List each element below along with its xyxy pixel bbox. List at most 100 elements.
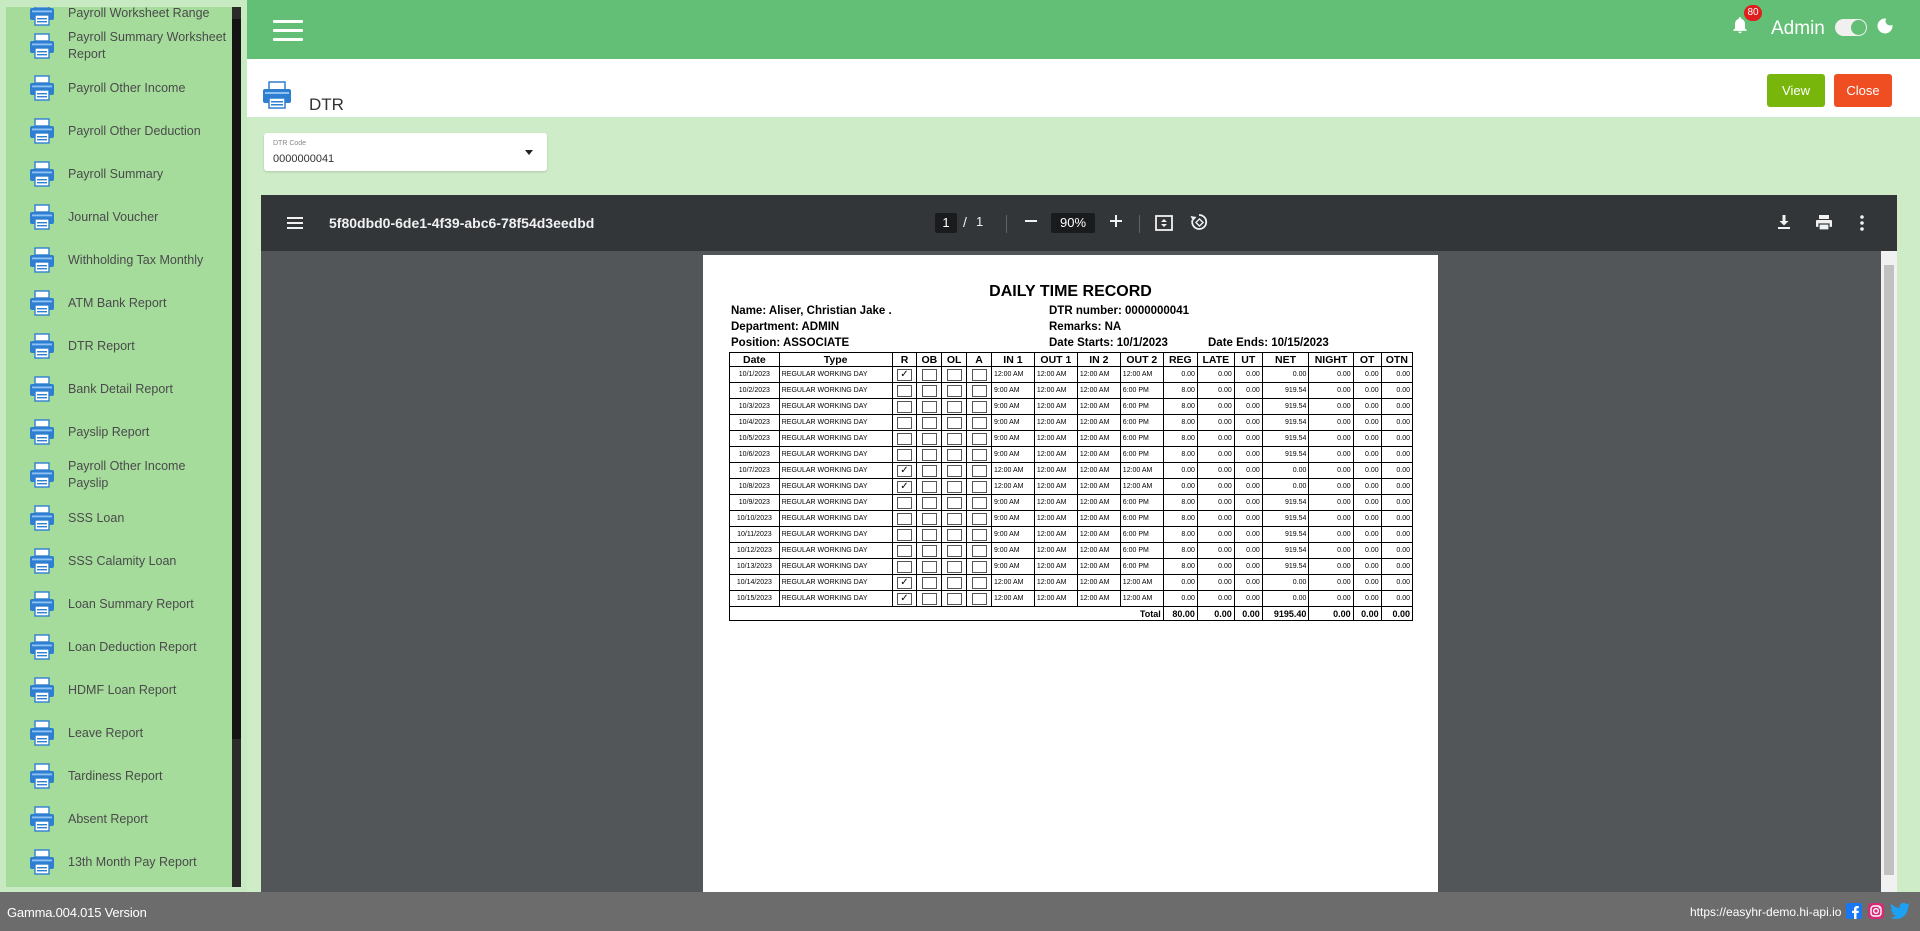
twitter-icon[interactable] bbox=[1890, 903, 1910, 919]
value-cell: 0.00 bbox=[1162, 478, 1198, 495]
notification-badge: 80 bbox=[1744, 5, 1762, 21]
sidebar-item[interactable]: Journal Voucher bbox=[28, 197, 228, 237]
zoom-in-icon[interactable] bbox=[1106, 211, 1126, 231]
sidebar-item[interactable]: Loan Summary Report bbox=[28, 584, 228, 624]
value-cell: 0.00 bbox=[1352, 366, 1382, 383]
caret-down-icon[interactable] bbox=[525, 150, 533, 155]
checkbox bbox=[921, 576, 937, 589]
sidebar-item[interactable]: Leave Report bbox=[28, 713, 228, 753]
footer-url[interactable]: https://easyhr-demo.hi-api.io bbox=[1690, 905, 1841, 919]
sidebar-item[interactable]: Tardiness Report bbox=[28, 756, 228, 796]
checkbox-cell bbox=[916, 494, 943, 511]
checkbox-cell bbox=[891, 510, 918, 527]
sidebar-item[interactable]: Payroll Other Deduction bbox=[28, 111, 228, 151]
sidebar-scrollbar-thumb[interactable] bbox=[232, 19, 241, 739]
print-icon[interactable] bbox=[1814, 213, 1834, 233]
zoom-out-icon[interactable] bbox=[1021, 211, 1041, 231]
time-cell: 12:00 AM bbox=[990, 478, 1035, 495]
checkbox-cell bbox=[941, 558, 968, 575]
printer-icon bbox=[28, 719, 56, 747]
value-cell: 0.00 bbox=[1261, 574, 1310, 591]
printer-icon bbox=[28, 246, 56, 274]
table-row: 10/4/2023 REGULAR WORKING DAY 9:00 AM 12:00… bbox=[729, 414, 1414, 431]
sidebar-item-label: Absent Report bbox=[68, 811, 148, 826]
download-icon[interactable] bbox=[1775, 213, 1793, 231]
instagram-icon[interactable] bbox=[1868, 903, 1884, 919]
type-cell: REGULAR WORKING DAY bbox=[778, 382, 893, 399]
sidebar-item[interactable]: Withholding Tax Monthly bbox=[28, 240, 228, 280]
printer-icon bbox=[28, 676, 56, 704]
sidebar-item[interactable]: Absent Report bbox=[28, 799, 228, 839]
printer-icon bbox=[28, 117, 56, 145]
type-cell: REGULAR WORKING DAY bbox=[778, 398, 893, 415]
value-cell: 8.00 bbox=[1162, 414, 1198, 431]
checkbox bbox=[971, 544, 987, 557]
date-cell: 10/7/2023 bbox=[729, 462, 780, 479]
pdf-scrollbar[interactable] bbox=[1881, 251, 1897, 892]
sidebar-scrollbar[interactable] bbox=[232, 7, 241, 887]
date-ends: Date Ends: 10/15/2023 bbox=[1208, 337, 1329, 349]
value-cell: 0.00 bbox=[1233, 398, 1263, 415]
sidebar-item[interactable]: Payroll Other Income Payslip bbox=[28, 455, 228, 495]
checkbox-cell: ✓ bbox=[891, 478, 918, 495]
sidebar-item[interactable]: HDMF Loan Report bbox=[28, 670, 228, 710]
fit-to-page-icon[interactable] bbox=[1154, 213, 1174, 233]
checkbox-cell: ✓ bbox=[891, 574, 918, 591]
table-row: 10/10/2023 REGULAR WORKING DAY 9:00 AM 12:0… bbox=[729, 510, 1414, 527]
facebook-icon[interactable] bbox=[1846, 903, 1862, 919]
value-cell: 8.00 bbox=[1162, 382, 1198, 399]
time-cell: 12:00 AM bbox=[1076, 494, 1121, 511]
sidebar-item[interactable]: SSS Calamity Loan bbox=[28, 541, 228, 581]
sidebar-item[interactable]: DTR Report bbox=[28, 326, 228, 366]
sidebar-item[interactable]: Bank Detail Report bbox=[28, 369, 228, 409]
zoom-level-input[interactable]: 90% bbox=[1051, 213, 1095, 233]
sidebar-item-label: Payslip Report bbox=[68, 424, 150, 439]
pdf-scrollbar-thumb[interactable] bbox=[1884, 265, 1894, 875]
checkbox-cell bbox=[941, 478, 968, 495]
checkbox bbox=[921, 368, 937, 381]
checkbox-cell bbox=[966, 510, 992, 527]
checkbox bbox=[921, 496, 937, 509]
time-cell: 12:00 AM bbox=[1033, 382, 1078, 399]
table-row: 10/13/2023 REGULAR WORKING DAY 9:00 AM 12:0… bbox=[729, 558, 1414, 575]
dark-mode-toggle[interactable] bbox=[1835, 19, 1867, 36]
sidebar-item[interactable]: SSS Loan bbox=[28, 498, 228, 538]
time-cell: 12:00 AM bbox=[1076, 398, 1121, 415]
date-cell: 10/2/2023 bbox=[729, 382, 780, 399]
column-header: IN 1 bbox=[990, 352, 1035, 367]
column-header: OB bbox=[916, 352, 943, 367]
checkbox bbox=[921, 464, 937, 477]
checkbox-cell: ✓ bbox=[891, 366, 918, 383]
dtr-code-select[interactable]: DTR Code 0000000041 bbox=[264, 133, 547, 171]
sidebar-item[interactable]: Payroll Other Income bbox=[28, 68, 228, 108]
rotate-icon[interactable] bbox=[1189, 212, 1209, 232]
sidebar-item[interactable]: 13th Month Pay Report bbox=[28, 842, 228, 882]
time-cell: 12:00 AM bbox=[1076, 510, 1121, 527]
user-name[interactable]: Admin bbox=[1771, 18, 1825, 40]
checkbox-cell bbox=[916, 574, 943, 591]
sidebar-item[interactable]: ATM Bank Report bbox=[28, 283, 228, 323]
sidebar-item[interactable]: Payroll Summary bbox=[28, 154, 228, 194]
sidebar-item[interactable]: Loan Deduction Report bbox=[28, 627, 228, 667]
value-cell: 8.00 bbox=[1162, 526, 1198, 543]
value-cell: 0.00 bbox=[1380, 590, 1414, 607]
checkbox bbox=[946, 368, 962, 381]
close-button[interactable]: Close bbox=[1834, 74, 1892, 107]
sidebar-item[interactable]: Payslip Report bbox=[28, 412, 228, 452]
view-button[interactable]: View bbox=[1767, 74, 1825, 107]
sidebar-item-label: Payroll Other Income Payslip bbox=[68, 459, 186, 490]
page-number-input[interactable]: 1 bbox=[935, 213, 957, 233]
more-options-icon[interactable] bbox=[1859, 213, 1865, 233]
sidebar-item[interactable]: Payroll Summary Worksheet Report bbox=[28, 26, 228, 66]
time-cell: 12:00 AM bbox=[1076, 382, 1121, 399]
checkbox-cell bbox=[966, 366, 992, 383]
hamburger-menu-icon[interactable] bbox=[273, 20, 303, 42]
pdf-menu-icon[interactable] bbox=[287, 217, 303, 229]
checkbox-cell bbox=[891, 558, 918, 575]
value-cell: 0.00 bbox=[1233, 590, 1263, 607]
checkbox-cell bbox=[966, 542, 992, 559]
printer-icon bbox=[28, 332, 56, 360]
checkbox bbox=[971, 576, 987, 589]
column-header: REG bbox=[1162, 352, 1198, 367]
checkbox-cell bbox=[891, 446, 918, 463]
